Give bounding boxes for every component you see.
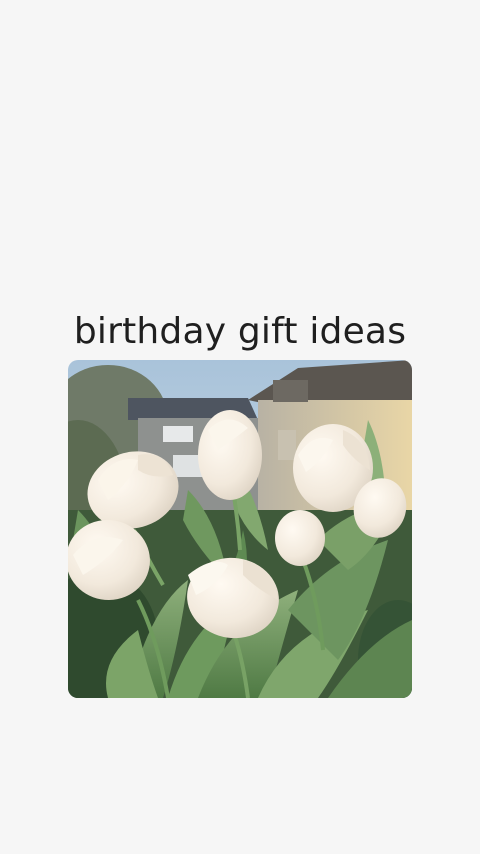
tulips-photo bbox=[68, 360, 412, 698]
post-title: birthday gift ideas bbox=[73, 311, 407, 352]
tulips-illustration bbox=[68, 360, 412, 698]
tulip-6 bbox=[275, 510, 325, 566]
tulip-2 bbox=[198, 410, 262, 500]
